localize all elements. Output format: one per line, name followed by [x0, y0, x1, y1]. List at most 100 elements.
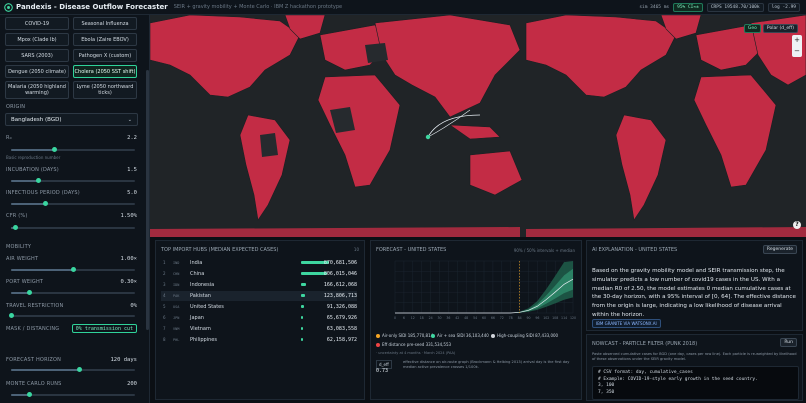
regenerate-button[interactable]: Regenerate — [762, 245, 797, 254]
air-weight-slider[interactable] — [11, 267, 135, 272]
disease-button-mpox[interactable]: Mpox (Clade Ib) — [5, 33, 69, 46]
horizon-slider[interactable] — [11, 367, 135, 372]
help-icon[interactable]: ? — [793, 221, 801, 229]
nowcast-observations-input[interactable]: # CSV format: day, cumulative_cases # Exa… — [592, 366, 799, 400]
ibm-granite-tag: IBM GRANITE VIA WATSONX.AI — [592, 319, 661, 328]
cfr-value: 1.50% — [120, 213, 137, 219]
incubation-slider-thumb[interactable] — [35, 178, 41, 183]
infectious-value: 5.0 — [127, 190, 137, 196]
infectious-slider-thumb[interactable] — [43, 201, 49, 206]
monte-carlo-slider[interactable] — [11, 392, 135, 397]
ai-explanation-panel: AI EXPLANATION - UNITED STATES Regenerat… — [586, 240, 803, 331]
logo-icon — [4, 2, 13, 12]
coverage-badge: 95% CI≈± — [673, 3, 703, 12]
table-row[interactable]: 7 VNM Vietnam 63,083,558 — [161, 324, 357, 334]
origin-select[interactable]: Bangladesh (BGD) ⌄ — [5, 113, 138, 126]
zoom-control: + − — [792, 35, 802, 57]
sidebar-scrollbar[interactable] — [146, 70, 149, 330]
x-tick-label: 66 — [491, 316, 495, 320]
table-row[interactable]: 4 PAK Pakistan 123,806,713 — [161, 291, 357, 301]
air-weight-value: 1.00× — [120, 256, 137, 262]
deff-value: 0.73 — [376, 368, 389, 374]
x-tick-label: 18 — [420, 316, 424, 320]
hub-code: IDN — [173, 282, 180, 287]
hub-code: IND — [173, 260, 180, 265]
cfr-slider-thumb[interactable] — [13, 225, 19, 230]
table-row[interactable]: 8 PHL Philippines 62,158,972 — [161, 335, 357, 345]
incubation-value: 1.5 — [127, 167, 137, 173]
disease-button-covid19[interactable]: COVID-19 — [5, 17, 69, 30]
hub-code: JPN — [173, 315, 180, 320]
legend-label: High-coupling SIDI 87,433,000 — [497, 333, 559, 338]
country-shape — [260, 133, 278, 157]
air-weight-slider-thumb[interactable] — [70, 267, 76, 272]
cfr-slider[interactable] — [11, 225, 135, 230]
forecast-legend-item: High-coupling SIDI 87,433,000 — [491, 333, 558, 338]
table-row[interactable]: 1 IND India 870,681,506 — [161, 258, 357, 268]
disease-button-pathogen-x[interactable]: Pathogen X (custom) — [73, 49, 137, 62]
x-tick-label: 78 — [509, 316, 513, 320]
r0-label: R₀ — [6, 135, 12, 141]
world-map[interactable]: Geo Polar (d_eff) + − ? — [150, 15, 806, 237]
infectious-label: INFECTIOUS PERIOD (DAYS) — [6, 190, 80, 196]
legend-label: Eff distance pre-seed 331,534,553 — [382, 342, 452, 347]
x-tick-label: 54 — [473, 316, 477, 320]
table-row[interactable]: 3 IDN Indonesia 166,612,068 — [161, 280, 357, 290]
horizon-slider-thumb[interactable] — [76, 367, 82, 372]
r0-slider[interactable] — [11, 147, 135, 152]
disease-button-ebola[interactable]: Ebola (Zaire EBOV) — [73, 33, 137, 46]
import-hubs-count: 10 — [353, 247, 359, 252]
air-weight-label: AIR WEIGHT — [6, 256, 39, 262]
disease-button-influenza[interactable]: Seasonal Influenza — [73, 17, 137, 30]
hub-value: 166,612,068 — [323, 282, 357, 288]
hub-name: Japan — [190, 315, 204, 321]
nowcast-title: NOWCAST - PARTICLE FILTER (PUNK 2018) — [592, 341, 698, 347]
forecast-uncertainty-note: · uncertainty at 4 months · March 2024 (… — [376, 351, 456, 355]
disease-button-dengue[interactable]: Dengue (2050 climate) — [5, 65, 69, 78]
hub-bar — [301, 338, 303, 341]
geo-projection-button[interactable]: Geo — [743, 24, 761, 33]
port-weight-slider[interactable] — [11, 290, 135, 295]
table-row[interactable]: 2 CHN China 806,015,046 — [161, 269, 357, 279]
x-tick-label: 42 — [455, 316, 459, 320]
disease-button-lyme[interactable]: Lyme (2050 northward ticks) — [73, 81, 137, 99]
table-row[interactable]: 6 JPN Japan 65,679,926 — [161, 313, 357, 323]
travel-restriction-label: TRAVEL RESTRICTION — [6, 303, 64, 309]
disease-button-cholera[interactable]: Cholera (2050 SST shift) — [73, 65, 137, 78]
table-row[interactable]: 5 USA United States 91,326,088 — [161, 302, 357, 312]
hub-name: China — [190, 271, 205, 277]
disease-button-malaria[interactable]: Malaria (2050 highland warming) — [5, 81, 69, 99]
r0-hint: Basic reproduction number — [6, 155, 61, 160]
legend-swatch — [376, 333, 380, 338]
disease-button-sars[interactable]: SARS (2003) — [5, 49, 69, 62]
incubation-slider[interactable] — [11, 178, 135, 183]
mask-label: MASK / DISTANCING — [6, 326, 60, 332]
zoom-out-button[interactable]: − — [792, 46, 802, 57]
hub-bar — [301, 283, 307, 286]
nowcast-run-button[interactable]: Run — [780, 338, 797, 347]
hub-code: USA — [173, 304, 180, 309]
header-stats: sim 3465 ms 95% CI≈± CRPS 19548.70/100k … — [639, 3, 800, 12]
hub-name: United States — [190, 304, 224, 310]
import-hubs-title: TOP IMPORT HUBS (MEDIAN EXPECTED CASES) — [161, 247, 279, 253]
zoom-in-button[interactable]: + — [792, 35, 802, 46]
travel-restriction-slider[interactable] — [8, 313, 135, 318]
map-canvas[interactable] — [150, 15, 806, 237]
hub-rank: 8 — [163, 337, 166, 342]
hub-bar — [301, 327, 303, 330]
country-shape — [365, 43, 388, 63]
x-tick-label: 72 — [500, 316, 504, 320]
x-tick-label: 84 — [518, 316, 522, 320]
monte-carlo-label: MONTE CARLO RUNS — [6, 381, 62, 387]
crps-badge: CRPS 19548.70/100k — [706, 3, 764, 12]
monte-carlo-slider-thumb[interactable] — [27, 392, 33, 397]
nowcast-panel: NOWCAST - PARTICLE FILTER (PUNK 2018) Ru… — [586, 334, 803, 401]
port-weight-slider-thumb[interactable] — [27, 290, 33, 295]
infectious-slider[interactable] — [11, 201, 135, 206]
polar-projection-button[interactable]: Polar (d_eff) — [762, 24, 798, 33]
r0-slider-thumb[interactable] — [51, 147, 57, 152]
hub-rank: 6 — [163, 315, 166, 320]
travel-restriction-slider-thumb[interactable] — [8, 313, 14, 318]
mask-value-toggle[interactable]: 0% transmission cut — [71, 324, 137, 333]
horizon-label: FORECAST HORIZON — [6, 357, 62, 363]
